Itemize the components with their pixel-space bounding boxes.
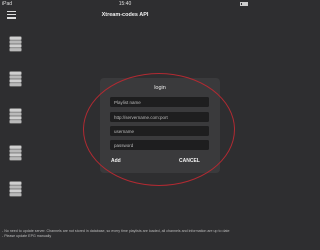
login-title: login: [154, 85, 166, 91]
nav-bar: Xtream-codes API: [0, 8, 250, 24]
list-item[interactable]: [4, 143, 26, 163]
list-item[interactable]: [4, 179, 26, 199]
page-title: Xtream-codes API: [101, 12, 149, 18]
server-stack-icon: [9, 145, 22, 161]
status-bar: iPad 15:40: [0, 0, 250, 8]
footer-note-2: - Please update EPG manually: [2, 233, 52, 238]
battery-icon: [240, 1, 248, 6]
list-item[interactable]: [4, 69, 26, 89]
cancel-button[interactable]: CANCEL: [179, 158, 200, 164]
playlist-name-field[interactable]: [110, 97, 209, 107]
status-time: 15:40: [118, 1, 132, 7]
add-button[interactable]: Add: [111, 158, 121, 164]
list-item[interactable]: [4, 34, 26, 54]
list-item[interactable]: [4, 106, 26, 126]
battery-status: [238, 1, 248, 7]
footer-notes: - No need to update server. Channels are…: [2, 229, 248, 239]
login-dialog: login Add CANCEL: [100, 78, 220, 173]
password-field[interactable]: [110, 140, 209, 150]
server-stack-icon: [9, 108, 22, 124]
server-stack-icon: [9, 181, 22, 197]
server-stack-icon: [9, 36, 22, 52]
server-url-field[interactable]: [110, 112, 209, 122]
username-field[interactable]: [110, 126, 209, 136]
server-stack-icon: [9, 71, 22, 87]
